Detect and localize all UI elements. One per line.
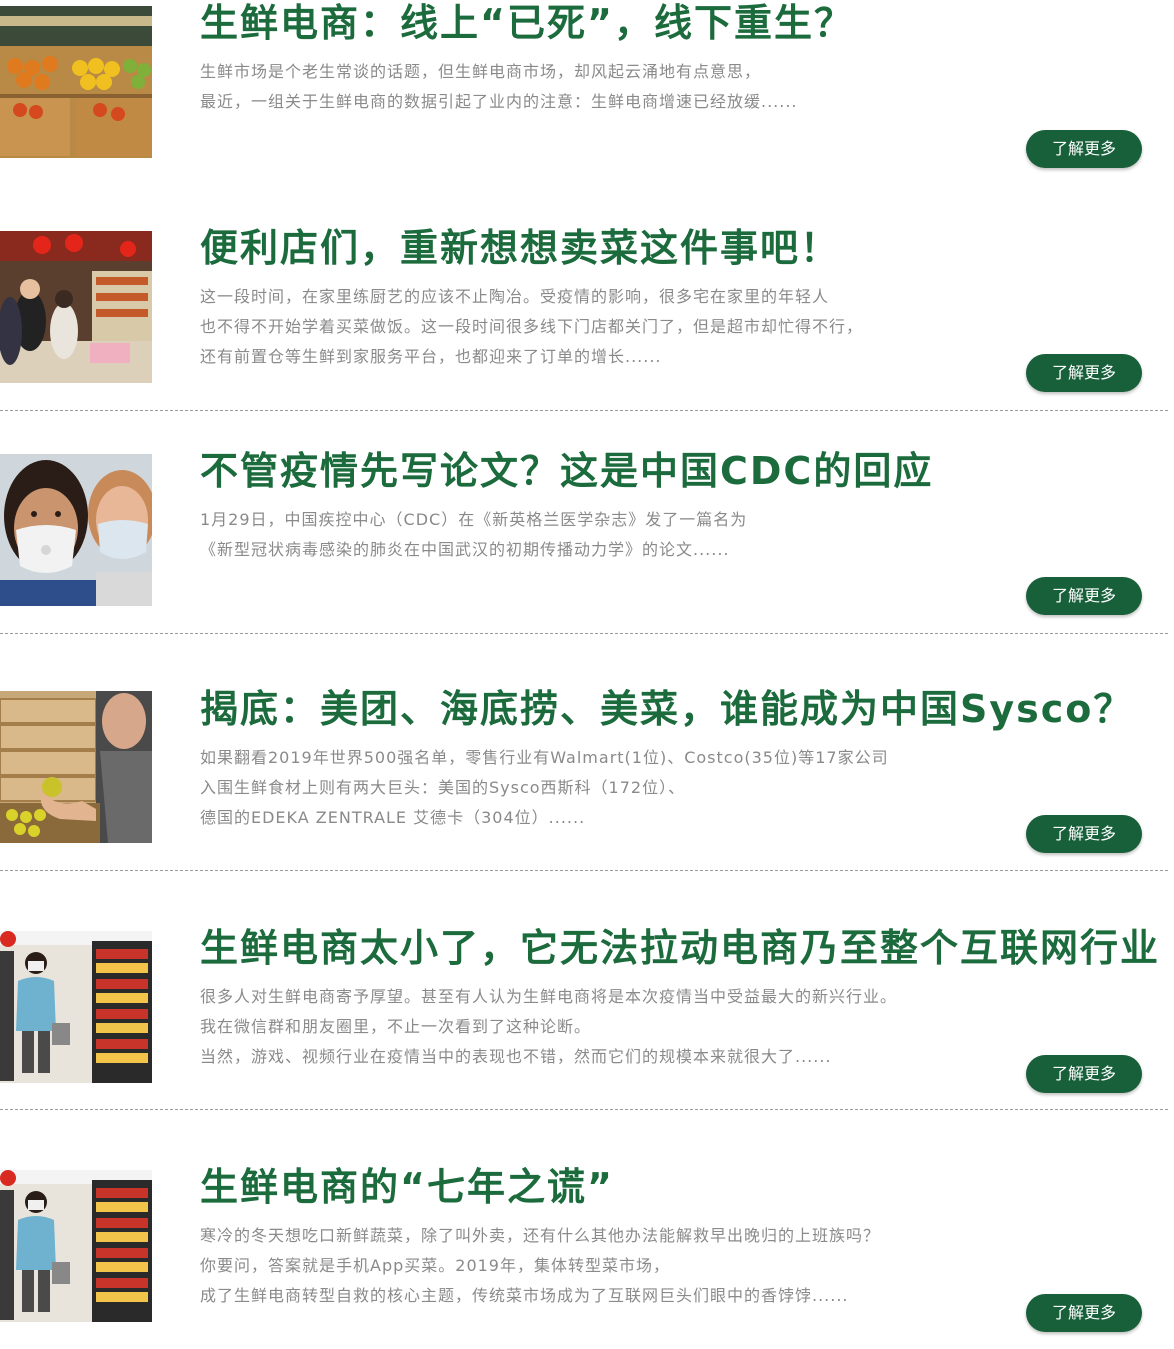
article-title[interactable]: 便利店们，重新想想卖菜这件事吧！ <box>200 225 840 271</box>
excerpt-line: 1月29日，中国疾控中心（CDC）在《新英格兰医学杂志》发了一篇名为 <box>200 510 748 529</box>
divider <box>0 633 1168 634</box>
fruit-crates-photo[interactable] <box>0 691 152 843</box>
article-title[interactable]: 揭底：美团、海底捞、美菜，谁能成为中国Sysco？ <box>200 686 1133 732</box>
article-title[interactable]: 生鲜电商的“七年之谎” <box>200 1164 614 1210</box>
excerpt-line: 当然，游戏、视频行业在疫情当中的表现也不错，然而它们的规模本来就很大了.....… <box>200 1047 832 1066</box>
article-excerpt: 1月29日，中国疾控中心（CDC）在《新英格兰医学杂志》发了一篇名为 《新型冠状… <box>200 505 747 565</box>
convenience-store-photo[interactable] <box>0 231 152 383</box>
excerpt-line: 你要问，答案就是手机App买菜。2019年，集体转型菜市场， <box>200 1256 670 1275</box>
masked-women-photo[interactable] <box>0 454 152 606</box>
excerpt-line: 也不得不开始学着买菜做饭。这一段时间很多线下门店都关门了，但是超市却忙得不行， <box>200 317 864 336</box>
supermarket-aisle-photo[interactable] <box>0 1170 152 1322</box>
article-title[interactable]: 不管疫情先写论文？这是中国CDC的回应 <box>200 448 933 494</box>
article-excerpt: 生鲜市场是个老生常谈的话题，但生鲜电商市场，却风起云涌地有点意思， 最近，一组关… <box>200 57 798 117</box>
excerpt-line: 最近，一组关于生鲜电商的数据引起了业内的注意：生鲜电商增速已经放缓...... <box>200 92 798 111</box>
learn-more-button[interactable]: 了解更多 <box>1026 354 1142 392</box>
supermarket-aisle-photo[interactable] <box>0 931 152 1083</box>
article-title[interactable]: 生鲜电商：线上“已死”，线下重生？ <box>200 0 854 46</box>
excerpt-line: 生鲜市场是个老生常谈的话题，但生鲜电商市场，却风起云涌地有点意思， <box>200 62 762 81</box>
excerpt-line: 还有前置仓等生鲜到家服务平台，也都迎来了订单的增长...... <box>200 347 662 366</box>
divider <box>0 870 1168 871</box>
divider <box>0 410 1168 411</box>
article-excerpt: 这一段时间，在家里练厨艺的应该不止陶冶。受疫情的影响，很多宅在家里的年轻人 也不… <box>200 282 863 372</box>
learn-more-button[interactable]: 了解更多 <box>1026 130 1142 168</box>
article-excerpt: 寒冷的冬天想吃口新鲜蔬菜，除了叫外卖，还有什么其他办法能解救早出晚归的上班族吗？… <box>200 1221 880 1311</box>
produce-shelves-photo[interactable] <box>0 6 152 158</box>
excerpt-line: 寒冷的冬天想吃口新鲜蔬菜，除了叫外卖，还有什么其他办法能解救早出晚归的上班族吗？ <box>200 1226 881 1245</box>
excerpt-line: 这一段时间，在家里练厨艺的应该不止陶冶。受疫情的影响，很多宅在家里的年轻人 <box>200 287 830 306</box>
excerpt-line: 入围生鲜食材上则有两大巨头：美国的Sysco西斯科（172位）、 <box>200 778 686 797</box>
excerpt-line: 如果翻看2019年世界500强名单，零售行业有Walmart(1位)、Costc… <box>200 748 889 767</box>
excerpt-line: 我在微信群和朋友圈里，不止一次看到了这种论断。 <box>200 1017 592 1036</box>
learn-more-button[interactable]: 了解更多 <box>1026 815 1142 853</box>
excerpt-line: 《新型冠状病毒感染的肺炎在中国武汉的初期传播动力学》的论文...... <box>200 540 730 559</box>
divider <box>0 1109 1168 1110</box>
excerpt-line: 很多人对生鲜电商寄予厚望。甚至有人认为生鲜电商将是本次疫情当中受益最大的新兴行业… <box>200 987 898 1006</box>
excerpt-line: 成了生鲜电商转型自救的核心主题，传统菜市场成为了互联网巨头们眼中的香饽饽....… <box>200 1286 849 1305</box>
learn-more-button[interactable]: 了解更多 <box>1026 1294 1142 1332</box>
learn-more-button[interactable]: 了解更多 <box>1026 1055 1142 1093</box>
article-excerpt: 如果翻看2019年世界500强名单，零售行业有Walmart(1位)、Costc… <box>200 743 889 833</box>
learn-more-button[interactable]: 了解更多 <box>1026 577 1142 615</box>
article-excerpt: 很多人对生鲜电商寄予厚望。甚至有人认为生鲜电商将是本次疫情当中受益最大的新兴行业… <box>200 982 897 1072</box>
excerpt-line: 德国的EDEKA ZENTRALE 艾德卡（304位）...... <box>200 808 586 827</box>
article-title[interactable]: 生鲜电商太小了，它无法拉动电商乃至整个互联网行业 <box>200 925 1160 971</box>
